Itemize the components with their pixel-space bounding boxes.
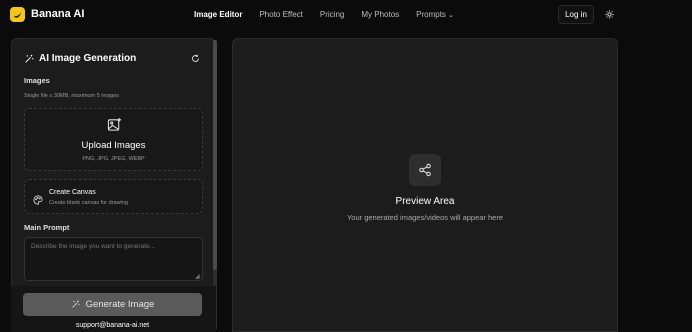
- panel-title: AI Image Generation: [24, 53, 136, 64]
- canvas-subtitle: Create blank canvas for drawing: [49, 200, 128, 206]
- upload-title: Upload Images: [81, 140, 146, 151]
- main-nav: Image Editor Photo Effect Pricing My Pho…: [194, 10, 471, 19]
- magic-wand-icon: [24, 54, 34, 64]
- preview-area: Preview Area Your generated images/video…: [232, 38, 618, 332]
- chevron-down-icon: ⌄: [447, 12, 454, 19]
- generate-image-button[interactable]: Generate Image: [23, 293, 202, 316]
- refresh-icon[interactable]: [190, 53, 201, 64]
- image-plus-icon: [107, 117, 122, 137]
- login-button[interactable]: Log in: [558, 5, 594, 24]
- top-nav-bar: Banana AI Image Editor Photo Effect Pric…: [0, 0, 692, 30]
- upload-formats: PNG, JPG, JPEG, WEBP: [82, 156, 145, 162]
- palette-icon: [33, 192, 43, 210]
- canvas-title: Create Canvas: [49, 189, 96, 196]
- nav-photo-effect[interactable]: Photo Effect: [259, 10, 302, 19]
- nav-prompts[interactable]: Prompts ⌄: [416, 10, 454, 19]
- main-prompt-label: Main Prompt: [24, 223, 70, 232]
- resize-handle-icon[interactable]: ◢: [195, 273, 200, 280]
- share-icon: [409, 154, 441, 186]
- nav-image-editor[interactable]: Image Editor: [194, 10, 242, 19]
- generate-image-label: Generate Image: [85, 299, 155, 310]
- upload-images-dropzone[interactable]: Upload Images PNG, JPG, JPEG, WEBP: [24, 108, 203, 171]
- support-email-link[interactable]: support@banana-ai.net: [23, 322, 202, 329]
- images-label: Images: [24, 76, 50, 85]
- sun-icon[interactable]: [600, 5, 619, 24]
- preview-subtitle: Your generated images/videos will appear…: [346, 213, 504, 222]
- panel-title-text: AI Image Generation: [39, 53, 137, 64]
- nav-pricing[interactable]: Pricing: [320, 10, 344, 19]
- preview-title: Preview Area: [395, 196, 455, 207]
- main-prompt-input[interactable]: [24, 237, 203, 281]
- nav-my-photos[interactable]: My Photos: [361, 10, 399, 19]
- nav-prompts-label: Prompts: [416, 10, 446, 19]
- banana-logo-icon[interactable]: [10, 7, 25, 22]
- brand-name[interactable]: Banana AI: [31, 8, 84, 20]
- create-canvas-button[interactable]: Create Canvas Create blank canvas for dr…: [24, 179, 203, 214]
- magic-wand-icon: [71, 300, 80, 309]
- panel-scrollbar-thumb[interactable]: [213, 40, 217, 270]
- images-hint: Single file ≤ 30MB, maximum 5 images: [24, 93, 120, 99]
